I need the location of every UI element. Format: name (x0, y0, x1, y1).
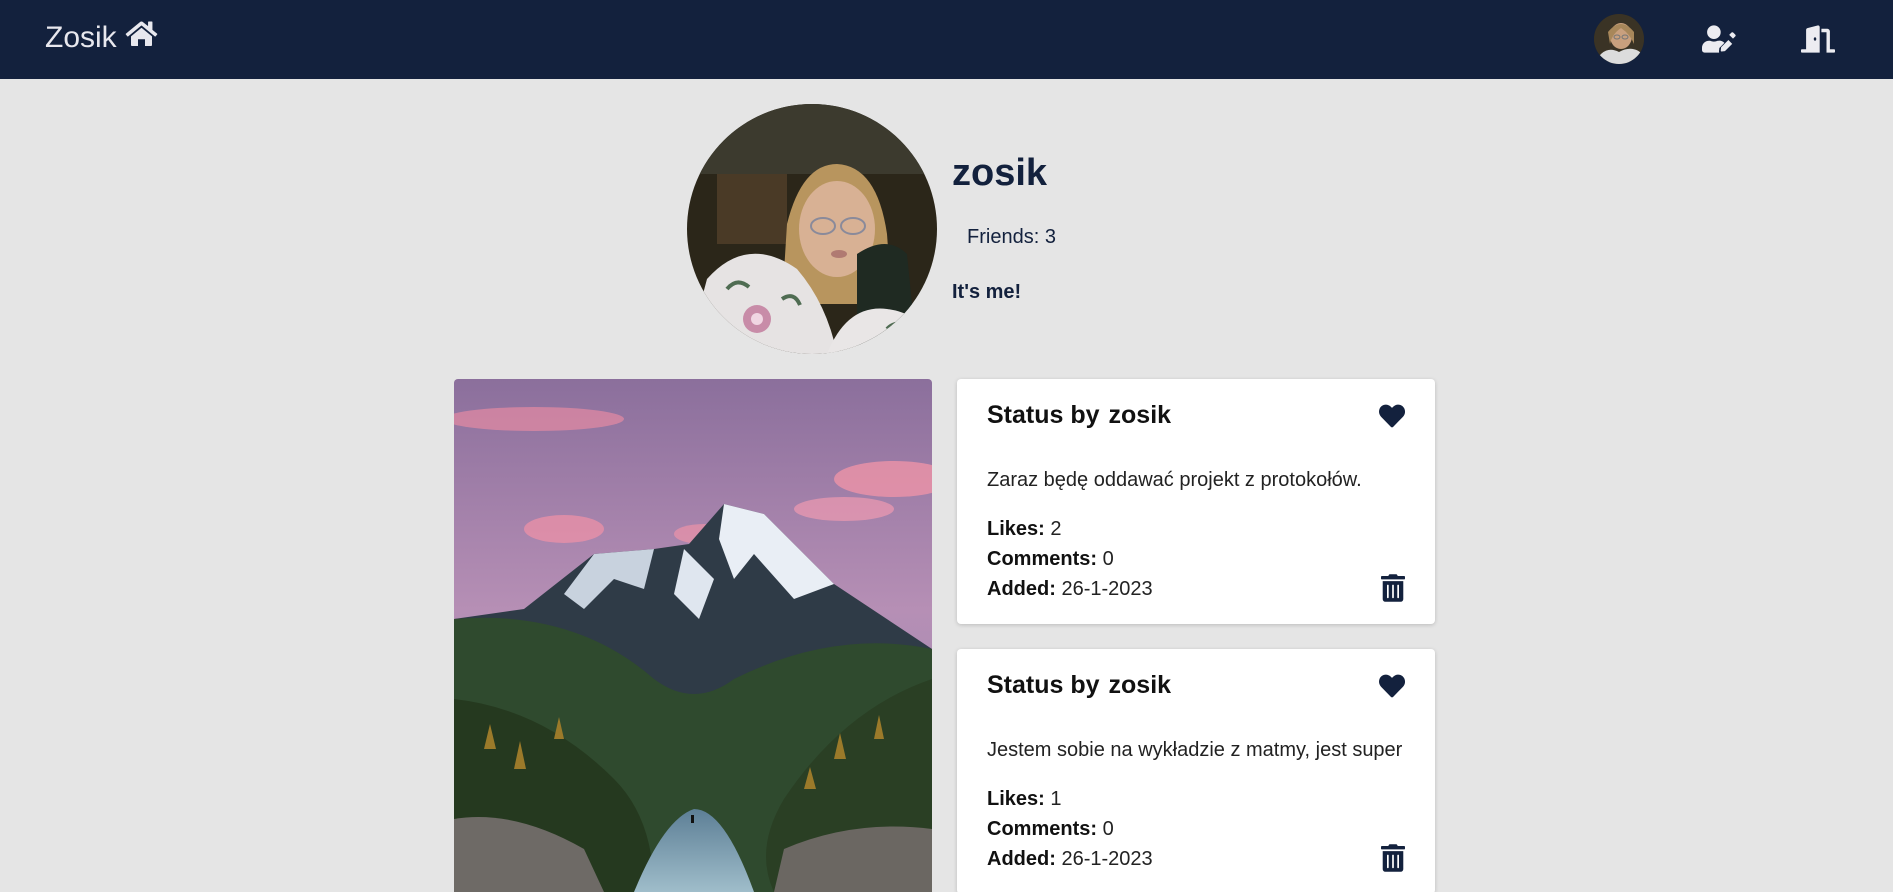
added-label: Added: (987, 848, 1056, 870)
post-image-mountain[interactable] (454, 379, 932, 892)
top-navbar: Zosik (0, 0, 1893, 79)
status-card: Status by zosik Jestem sobie na wykładzi… (957, 649, 1435, 892)
user-edit-icon[interactable] (1702, 24, 1736, 54)
status-title: Status by zosik (987, 401, 1171, 430)
friends-value: 3 (1044, 226, 1056, 248)
likes-row: Likes: 2 (987, 518, 1062, 541)
trash-icon[interactable] (1381, 844, 1405, 872)
profile-photo (687, 104, 937, 354)
added-value: 26-1-2023 (1061, 848, 1153, 870)
comments-value: 0 (1102, 548, 1114, 570)
comments-row: Comments: 0 (987, 818, 1114, 841)
profile-username: zosik (952, 152, 1048, 194)
logout-door-icon[interactable] (1801, 24, 1835, 54)
status-title-prefix: Status by (987, 401, 1100, 429)
status-text: Jestem sobie na wykładzie z matmy, jest … (987, 739, 1403, 761)
comments-value: 0 (1102, 818, 1114, 840)
status-title: Status by zosik (987, 671, 1171, 700)
avatar[interactable] (1594, 14, 1644, 64)
added-value: 26-1-2023 (1061, 578, 1153, 600)
added-row: Added: 26-1-2023 (987, 848, 1153, 871)
status-author[interactable]: zosik (1109, 401, 1172, 430)
heart-icon[interactable] (1378, 403, 1406, 429)
trash-icon[interactable] (1381, 574, 1405, 602)
likes-value: 1 (1050, 788, 1062, 810)
added-label: Added: (987, 578, 1056, 600)
likes-label: Likes: (987, 518, 1045, 540)
comments-row: Comments: 0 (987, 548, 1114, 571)
likes-row: Likes: 1 (987, 788, 1062, 811)
status-text: Zaraz będę oddawać projekt z protokołów. (987, 469, 1362, 491)
brand-home-link[interactable]: Zosik (45, 20, 158, 56)
friends-label: Friends: (967, 226, 1040, 248)
status-author[interactable]: zosik (1109, 671, 1172, 700)
added-row: Added: 26-1-2023 (987, 578, 1153, 601)
comments-label: Comments: (987, 818, 1098, 840)
likes-label: Likes: (987, 788, 1045, 810)
home-icon (125, 20, 158, 56)
profile-bio: It's me! (952, 281, 1022, 303)
comments-label: Comments: (987, 548, 1098, 570)
heart-icon[interactable] (1378, 673, 1406, 699)
friends-count[interactable]: Friends: 3 (967, 226, 1056, 249)
status-card: Status by zosik Zaraz będę oddawać proje… (957, 379, 1435, 624)
likes-value: 2 (1050, 518, 1062, 540)
brand-name: Zosik (45, 21, 117, 54)
status-title-prefix: Status by (987, 671, 1100, 699)
